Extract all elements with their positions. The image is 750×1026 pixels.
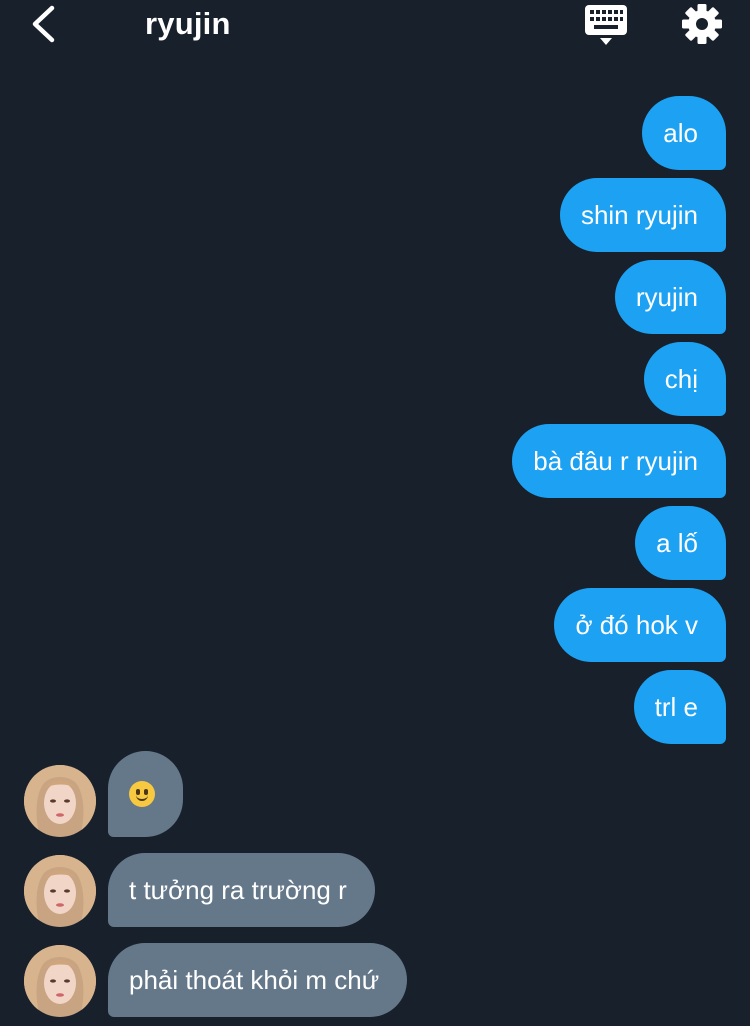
sent-message-bubble[interactable]: ryujin [614, 260, 726, 334]
chat-screen: ryujin alo shin ryujin ryujin chị bà đâu… [0, 0, 750, 1026]
received-message-bubble[interactable]: t tưởng ra trường r [108, 853, 375, 927]
received-message-row [24, 751, 724, 837]
received-message-row: phải thoát khỏi m chứ [24, 943, 724, 1026]
sent-message-bubble[interactable]: chị [643, 342, 726, 416]
slightly-smiling-face-icon [129, 781, 155, 808]
avatar[interactable] [24, 945, 96, 1017]
sent-message-bubble[interactable]: bà đâu r ryujin [512, 424, 726, 498]
received-message-row: t tưởng ra trường r [24, 853, 724, 937]
sent-message-bubble[interactable]: trl e [633, 670, 726, 744]
received-message-bubble[interactable] [108, 751, 183, 837]
sent-message-bubble[interactable]: ở đó hok v [554, 588, 726, 662]
sent-message-bubble[interactable]: alo [642, 96, 726, 170]
avatar[interactable] [24, 765, 96, 837]
sent-message-bubble[interactable]: a lố [635, 506, 726, 580]
received-message-bubble[interactable]: phải thoát khỏi m chứ [108, 943, 408, 1017]
message-list: alo shin ryujin ryujin chị bà đâu r ryuj… [0, 0, 750, 1026]
avatar[interactable] [24, 855, 96, 927]
sent-message-bubble[interactable]: shin ryujin [559, 178, 726, 252]
